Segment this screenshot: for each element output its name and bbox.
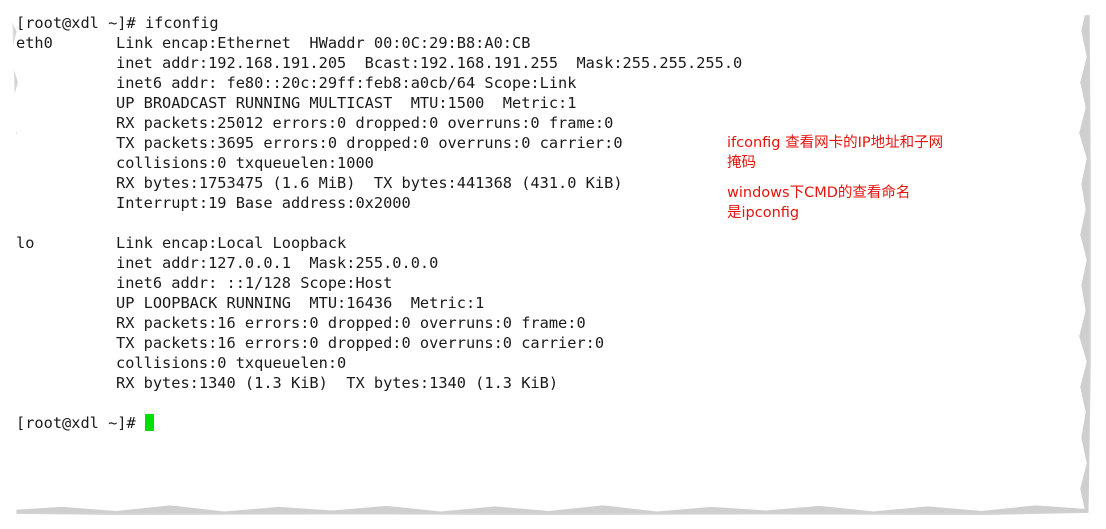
command-text: ifconfig — [144, 14, 219, 32]
eth0-tx-packets: TX packets:3695 errors:0 dropped:0 overr… — [116, 134, 623, 152]
eth0-interrupt: Interrupt:19 Base address:0x2000 — [116, 194, 411, 212]
iface-lo-line: lo Link encap:Local Loopback — [16, 233, 742, 253]
lo-tx-packets: TX packets:16 errors:0 dropped:0 overrun… — [116, 334, 605, 352]
lo-collisions: collisions:0 txqueuelen:0 — [116, 354, 347, 372]
shell-prompt: [root@xdl ~]# — [16, 414, 136, 432]
eth0-inet-addr: inet addr:192.168.191.205 Bcast:192.168.… — [116, 54, 743, 72]
eth0-collisions: collisions:0 txqueuelen:1000 — [116, 154, 374, 172]
lo-inet6-addr: inet6 addr: ::1/128 Scope:Host — [116, 274, 393, 292]
eth0-detail-line: RX bytes:1753475 (1.6 MiB) TX bytes:4413… — [16, 173, 742, 193]
lo-detail-line: UP LOOPBACK RUNNING MTU:16436 Metric:1 — [16, 293, 742, 313]
command-line: [root@xdl ~]# ifconfig — [16, 13, 742, 33]
eth0-link-encap: Link encap:Ethernet HWaddr 00:0C:29:B8:A… — [116, 34, 531, 52]
terminal-cursor[interactable] — [144, 414, 154, 431]
eth0-detail-line: Interrupt:19 Base address:0x2000 — [16, 193, 742, 213]
annotation-windows-note: windows下CMD的查看命名 是ipconfig — [727, 185, 911, 221]
terminal-output: [root@xdl ~]# ifconfig eth0 Link encap:Eth… — [16, 13, 742, 433]
lo-flags: UP LOOPBACK RUNNING MTU:16436 Metric:1 — [116, 294, 485, 312]
eth0-flags: UP BROADCAST RUNNING MULTICAST MTU:1500 … — [116, 94, 577, 112]
lo-detail-line: inet6 addr: ::1/128 Scope:Host — [16, 273, 742, 293]
eth0-detail-line: collisions:0 txqueuelen:1000 — [16, 153, 742, 173]
eth0-detail-line: inet addr:192.168.191.205 Bcast:192.168.… — [16, 53, 742, 73]
lo-rx-packets: RX packets:16 errors:0 dropped:0 overrun… — [116, 314, 586, 332]
lo-detail-line: RX bytes:1340 (1.3 KiB) TX bytes:1340 (1… — [16, 373, 742, 393]
lo-bytes: RX bytes:1340 (1.3 KiB) TX bytes:1340 (1… — [116, 374, 559, 392]
iface-eth0-line: eth0 Link encap:Ethernet HWaddr 00:0C:29:… — [16, 33, 742, 53]
eth0-bytes: RX bytes:1753475 (1.6 MiB) TX bytes:4413… — [116, 174, 623, 192]
shell-prompt: [root@xdl ~]# — [16, 14, 136, 32]
lo-detail-line: collisions:0 txqueuelen:0 — [16, 353, 742, 373]
eth0-detail-line: TX packets:3695 errors:0 dropped:0 overr… — [16, 133, 742, 153]
eth0-detail-line: UP BROADCAST RUNNING MULTICAST MTU:1500 … — [16, 93, 742, 113]
eth0-detail-line: RX packets:25012 errors:0 dropped:0 over… — [16, 113, 742, 133]
eth0-inet6-addr: inet6 addr: fe80::20c:29ff:feb8:a0cb/64 … — [116, 74, 577, 92]
prompt-line[interactable]: [root@xdl ~]# — [16, 413, 742, 433]
lo-detail-line: TX packets:16 errors:0 dropped:0 overrun… — [16, 333, 742, 353]
iface-name-eth0: eth0 — [16, 34, 53, 52]
annotation-ifconfig-note: ifconfig 查看网卡的IP地址和子网 掩码 — [727, 135, 944, 171]
iface-name-lo: lo — [16, 234, 35, 252]
lo-inet-addr: inet addr:127.0.0.1 Mask:255.0.0.0 — [116, 254, 439, 272]
eth0-detail-line: inet6 addr: fe80::20c:29ff:feb8:a0cb/64 … — [16, 73, 742, 93]
lo-detail-line: inet addr:127.0.0.1 Mask:255.0.0.0 — [16, 253, 742, 273]
lo-detail-line: RX packets:16 errors:0 dropped:0 overrun… — [16, 313, 742, 333]
lo-link-encap: Link encap:Local Loopback — [116, 234, 347, 252]
eth0-rx-packets: RX packets:25012 errors:0 dropped:0 over… — [116, 114, 614, 132]
